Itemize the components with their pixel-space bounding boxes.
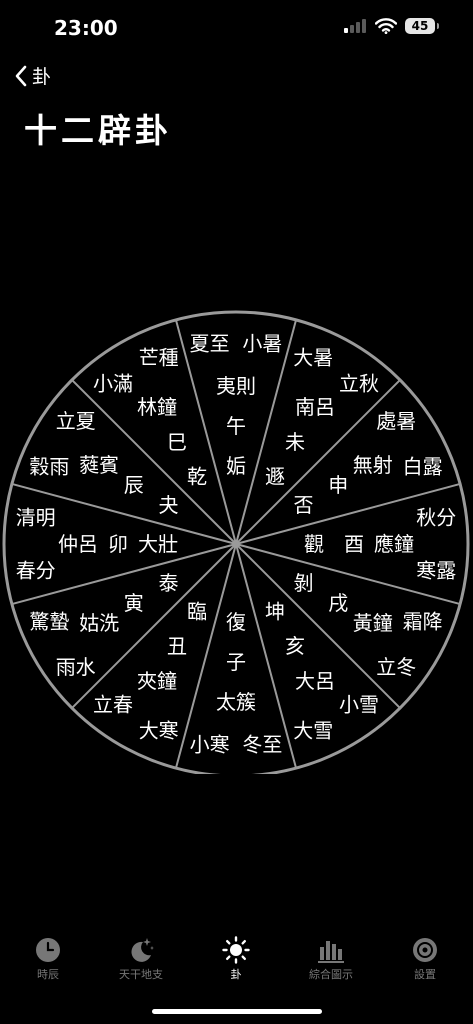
- solar-term-label: 立秋: [339, 372, 379, 396]
- moon-stars-icon: [131, 938, 154, 962]
- battery-level: 45: [411, 19, 429, 33]
- tab-gua[interactable]: 卦: [189, 930, 283, 982]
- tab-label: 卦: [230, 968, 242, 981]
- tab-label: 設置: [414, 968, 436, 981]
- pitch-pipe-label: 太簇: [216, 690, 256, 714]
- pitch-pipe-label: 姑洗: [79, 611, 119, 635]
- chevron-left-icon: [15, 65, 27, 86]
- tab-shichen[interactable]: 時辰: [1, 930, 95, 982]
- earthly-branch-label: 辰: [124, 473, 144, 497]
- back-label: 卦: [32, 66, 52, 88]
- home-indicator: [152, 1009, 322, 1014]
- earthly-branch-label: 未: [285, 430, 305, 454]
- earthly-branch-label: 寅: [124, 591, 144, 615]
- solar-term-label: 夏至: [190, 332, 230, 356]
- pitch-pipe-label: 無射: [353, 453, 393, 477]
- hexagram-label: 乾: [187, 465, 207, 489]
- hexagram-label: 泰: [159, 571, 179, 595]
- status-bar: 23:00 45: [0, 0, 473, 56]
- solar-term-label: 驚蟄: [29, 609, 69, 633]
- chart-icon: [318, 941, 344, 963]
- solar-term-label: 秋分: [416, 506, 456, 530]
- earthly-branch-label: 酉: [344, 532, 364, 556]
- earthly-branch-label: 巳: [167, 430, 187, 454]
- solar-term-label: 立春: [93, 692, 133, 716]
- sun-icon: [222, 936, 250, 964]
- solar-term-label: 小雪: [339, 692, 379, 716]
- gear-icon: [413, 938, 437, 962]
- solar-term-label: 小暑: [242, 332, 282, 356]
- solar-term-label: 立夏: [56, 409, 96, 433]
- solar-term-label: 大寒: [139, 719, 179, 743]
- pitch-pipe-label: 應鐘: [374, 532, 414, 556]
- pitch-pipe-label: 南呂: [295, 395, 335, 419]
- solar-term-label: 穀雨: [29, 455, 69, 479]
- pitch-pipe-label: 林鐘: [137, 395, 177, 419]
- status-icons: 45: [343, 18, 439, 34]
- tab-label: 綜合圖示: [309, 968, 353, 981]
- tab-zonghe-tushi[interactable]: 綜合圖示: [284, 930, 378, 982]
- solar-term-label: 立冬: [376, 655, 416, 679]
- hexagram-wheel: 夏至 小暑夷則午姤 大暑立秋南呂未遯 處暑白露無射申否秋分寒露應鐘酉觀霜降立冬 黃鐘戌剝…: [2, 310, 470, 774]
- hexagram-label: 復: [226, 610, 246, 634]
- earthly-branch-label: 申: [328, 473, 348, 497]
- earthly-branch-label: 丑: [167, 634, 187, 658]
- solar-term-label: 白露: [403, 455, 443, 479]
- earthly-branch-label: 戌: [328, 591, 348, 615]
- tab-settings[interactable]: 設置: [378, 930, 472, 982]
- hexagram-label: 坤: [265, 600, 285, 624]
- earthly-branch-label: 卯: [108, 532, 128, 556]
- pitch-pipe-label: 仲呂: [58, 532, 98, 556]
- earthly-branch-label: 亥: [285, 634, 305, 658]
- tab-label: 天干地支: [119, 968, 163, 981]
- solar-term-label: 大暑: [293, 345, 333, 369]
- solar-term-label: 小寒: [190, 732, 230, 756]
- clock-icon: [36, 938, 60, 962]
- solar-term-label: 霜降: [403, 609, 443, 633]
- hexagram-label: 臨: [187, 600, 207, 624]
- cellular-signal-icon: [344, 19, 366, 33]
- pitch-pipe-label: 夾鐘: [137, 669, 177, 693]
- pitch-pipe-label: 黃鐘: [353, 611, 393, 635]
- hexagram-label: 夬: [159, 493, 179, 517]
- back-button[interactable]: 卦: [14, 62, 51, 89]
- tab-tiangan-dizhi[interactable]: 天干地支: [94, 930, 188, 982]
- page-title: 十二辟卦: [24, 111, 172, 150]
- solar-term-label: 春分: [16, 558, 56, 582]
- solar-term-label: 清明: [16, 506, 56, 530]
- tab-label: 時辰: [37, 968, 59, 981]
- solar-term-label: 寒露: [416, 558, 456, 582]
- pitch-pipe-label: 夷則: [216, 374, 256, 398]
- earthly-branch-label: 午: [226, 414, 246, 438]
- solar-term-label: 雨水: [56, 655, 96, 679]
- screen: 23:00 45 卦 十二辟卦 夏至 小暑夷則 午 姤 大暑 立秋 南呂 未 遯…: [0, 0, 473, 1024]
- pitch-pipe-label: 蕤賓: [79, 453, 119, 477]
- solar-term-label: 芒種: [139, 345, 179, 369]
- solar-term-label: 大雪: [293, 719, 333, 743]
- earthly-branch-label: 子: [226, 650, 246, 674]
- wifi-icon: [375, 18, 397, 34]
- hexagram-label: 觀: [304, 532, 324, 556]
- solar-term-label: 小滿: [93, 372, 133, 396]
- hexagram-label: 剝: [294, 571, 314, 595]
- status-time: 23:00: [54, 16, 118, 40]
- hexagram-label: 姤: [226, 454, 246, 478]
- solar-term-label: 處暑: [376, 409, 416, 433]
- pitch-pipe-label: 大呂: [295, 669, 335, 693]
- hexagram-label: 否: [294, 493, 314, 517]
- solar-term-label: 冬至: [242, 732, 282, 756]
- hexagram-label: 遯: [265, 465, 285, 489]
- battery-indicator: 45: [405, 18, 439, 34]
- hexagram-label: 大壯: [138, 532, 178, 556]
